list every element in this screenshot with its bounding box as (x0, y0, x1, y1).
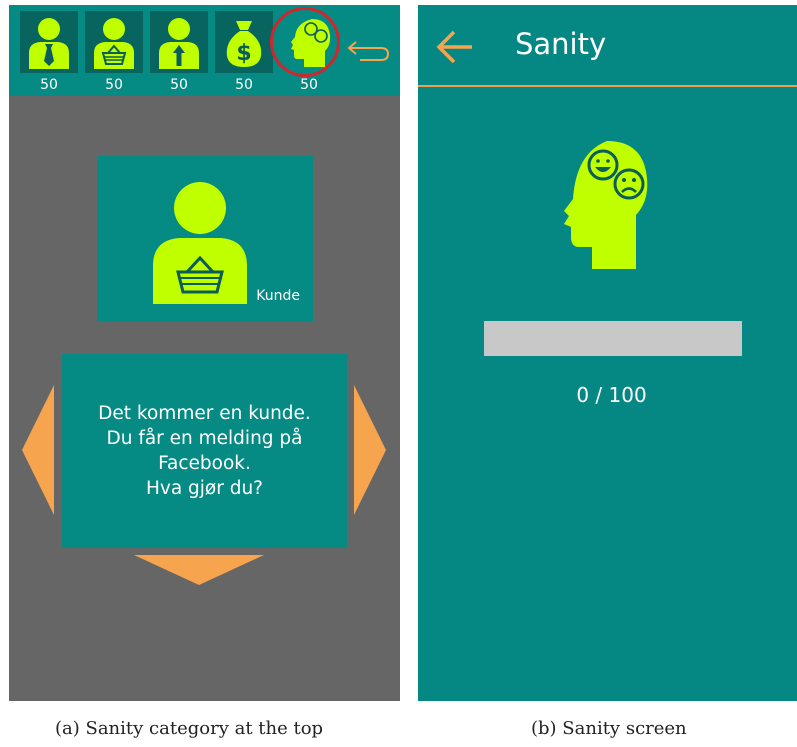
game-screen: 50 50 50 $ 50 50 Kunde Det kommer en kun… (9, 5, 400, 701)
header-divider (418, 85, 797, 87)
stat-tile (85, 11, 143, 73)
money-bag-icon: $ (226, 21, 262, 67)
swipe-left-arrow[interactable] (22, 385, 54, 515)
stat-value: 50 (300, 77, 318, 93)
screen-title: Sanity (515, 27, 607, 61)
stat-value: 50 (40, 77, 58, 93)
question-text: Det kommer en kunde. Du får en melding p… (98, 403, 311, 499)
stat-business[interactable]: 50 (20, 11, 78, 93)
stat-tile (150, 11, 208, 73)
stat-tile: $ (215, 11, 273, 73)
event-card: Kunde (97, 156, 313, 322)
stat-money[interactable]: $ 50 (215, 11, 273, 93)
svg-text:$: $ (236, 41, 251, 66)
businessman-icon (29, 18, 69, 69)
stat-customers[interactable]: 50 (85, 11, 143, 93)
stats-bar: 50 50 50 $ 50 50 (9, 5, 400, 96)
sanity-head-icon (564, 141, 648, 269)
back-arrow-icon[interactable] (436, 29, 474, 65)
swipe-right-arrow[interactable] (354, 385, 386, 515)
app-header: Sanity (418, 5, 797, 86)
sanity-progress-bar (484, 321, 742, 356)
highlight-ring (270, 7, 340, 77)
swipe-down-arrow[interactable] (134, 555, 264, 585)
stat-value: 50 (235, 77, 253, 93)
caption-b: (b) Sanity screen (531, 718, 687, 739)
stat-employees[interactable]: 50 (150, 11, 208, 93)
return-arrow-icon[interactable] (346, 40, 392, 68)
sanity-screen: Sanity 0 / 100 (418, 5, 797, 701)
employee-arrow-icon (159, 18, 199, 69)
customer-basket-icon (153, 182, 247, 304)
stat-value: 50 (170, 77, 188, 93)
caption-a: (a) Sanity category at the top (55, 718, 324, 739)
card-label: Kunde (256, 288, 300, 304)
customer-basket-icon (94, 18, 134, 69)
progress-value-text: 0 / 100 (576, 383, 647, 407)
question-dialog: Det kommer en kunde. Du får en melding p… (62, 354, 347, 548)
stat-tile (20, 11, 78, 73)
stat-value: 50 (105, 77, 123, 93)
